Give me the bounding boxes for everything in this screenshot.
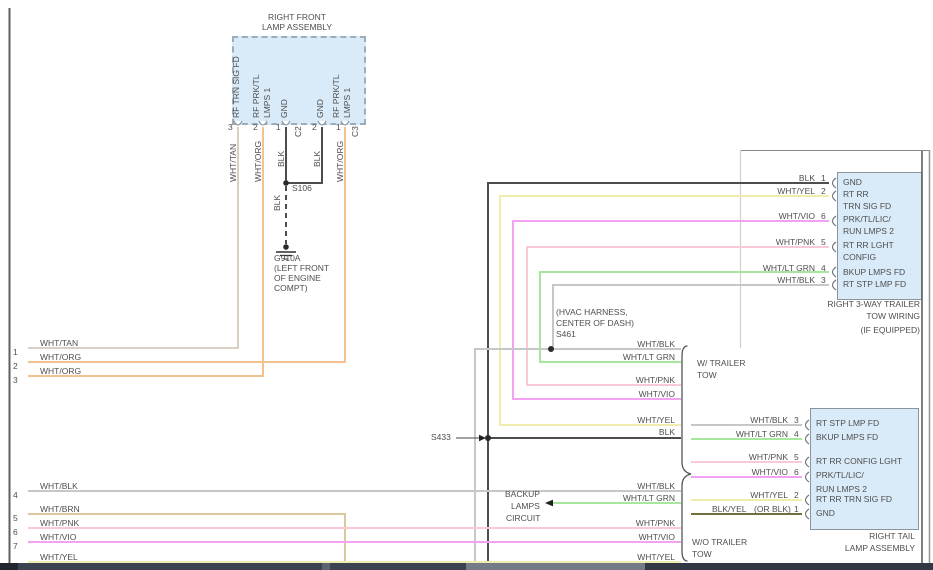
- wire-wht-yel-trailer: [500, 196, 829, 425]
- connector-pin-arc: [282, 121, 290, 125]
- wire-blk-c3-gnd: [288, 127, 322, 183]
- scrollbar-notch: [322, 563, 330, 570]
- scrollbar-corner: [0, 563, 18, 570]
- connector-pin-arc: [833, 242, 837, 252]
- connector-pin-arc: [833, 178, 837, 188]
- wire-wht-tan-rf-trn-sig: [28, 127, 238, 348]
- connector-pin-arc: [833, 216, 837, 226]
- trailer-tow-option-brace: [682, 346, 691, 561]
- wire-wht-org-c3: [28, 127, 345, 362]
- connector-pin-arc: [833, 191, 837, 201]
- connector-pin-arc: [806, 472, 810, 482]
- wiring-diagram-page: RIGHT FRONTLAMP ASSEMBLY32121S106G910A(L…: [0, 0, 933, 570]
- connector-pin-arc: [833, 280, 837, 290]
- connector-pin-arc: [234, 121, 242, 125]
- s433-pointer-arrowhead: [479, 435, 486, 441]
- connector-pin-arc: [341, 121, 349, 125]
- connector-pin-arc: [259, 121, 267, 125]
- wire-wht-pnk-trailer: [527, 247, 829, 385]
- wire-wht-org-c2: [28, 127, 263, 376]
- connector-pin-arc: [806, 434, 810, 444]
- connector-pin-arc: [806, 420, 810, 430]
- connector-pin-arc: [318, 121, 326, 125]
- ground-g910a-dot: [283, 244, 289, 250]
- scrollbar-thumb[interactable]: [466, 563, 645, 570]
- wire-blk-trailer-gnd: [488, 183, 829, 563]
- connector-pin-arc: [806, 495, 810, 505]
- connector-pin-arc: [833, 267, 837, 277]
- wiring-layer: [0, 0, 933, 570]
- splice-s106-dot: [283, 180, 289, 186]
- connector-pin-arc: [806, 509, 810, 519]
- connector-pin-arc: [806, 457, 810, 467]
- scrollbar-track-right[interactable]: [645, 563, 933, 570]
- wire-wht-blk-trailer: [553, 285, 829, 349]
- backup-lamps-arrowhead: [545, 500, 553, 507]
- splice-s461-dot: [548, 346, 554, 352]
